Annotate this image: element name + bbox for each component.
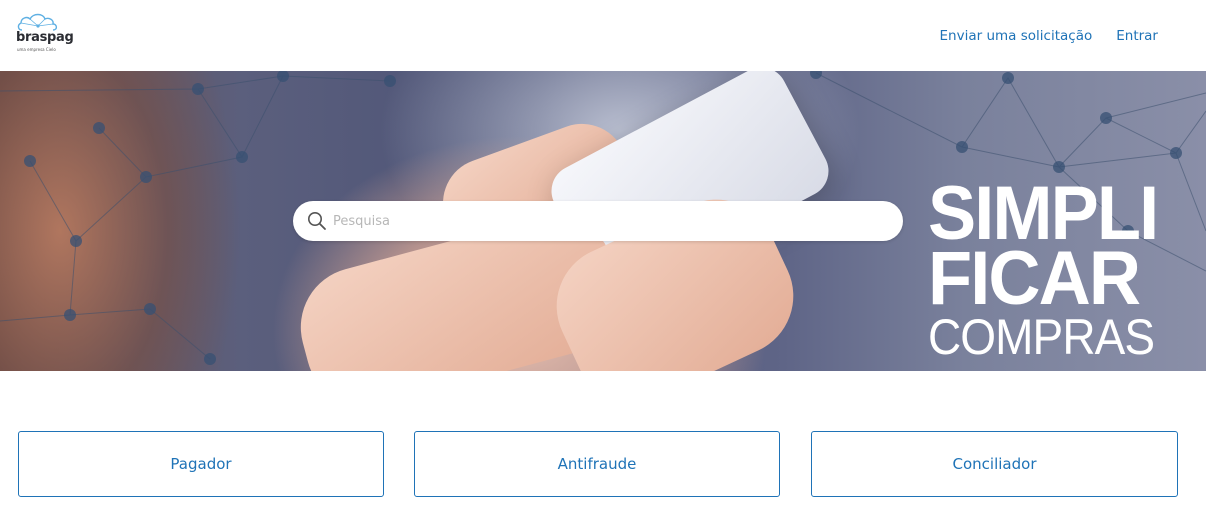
logo-tagline: uma empresa Cielo	[17, 47, 56, 52]
logo-wordmark: braspag	[16, 30, 74, 45]
site-header: braspag uma empresa Cielo Enviar uma sol…	[0, 0, 1206, 71]
category-label: Antifraude	[557, 455, 637, 473]
category-card-antifraude[interactable]: Antifraude	[414, 431, 780, 497]
category-label: Pagador	[170, 455, 232, 473]
category-list: Pagador Antifraude Conciliador	[18, 431, 1178, 497]
search-bar	[293, 201, 903, 241]
braspag-logo[interactable]: braspag uma empresa Cielo	[16, 12, 74, 56]
sign-in-link[interactable]: Entrar	[1116, 28, 1158, 44]
submit-request-link[interactable]: Enviar uma solicitação	[940, 28, 1093, 44]
category-card-conciliador[interactable]: Conciliador	[811, 431, 1178, 497]
slogan-line-3: COMPRAS	[928, 308, 1155, 365]
category-label: Conciliador	[952, 455, 1037, 473]
category-card-pagador[interactable]: Pagador	[18, 431, 384, 497]
search-icon[interactable]	[307, 211, 327, 231]
header-nav: Enviar uma solicitação Entrar	[940, 28, 1158, 44]
search-input[interactable]	[333, 201, 883, 241]
hero-banner: SIMPLI FICAR COMPRAS	[0, 71, 1206, 371]
hero-slogan: SIMPLI FICAR COMPRAS	[928, 175, 1174, 365]
slogan-line-2: FICAR	[928, 236, 1141, 322]
